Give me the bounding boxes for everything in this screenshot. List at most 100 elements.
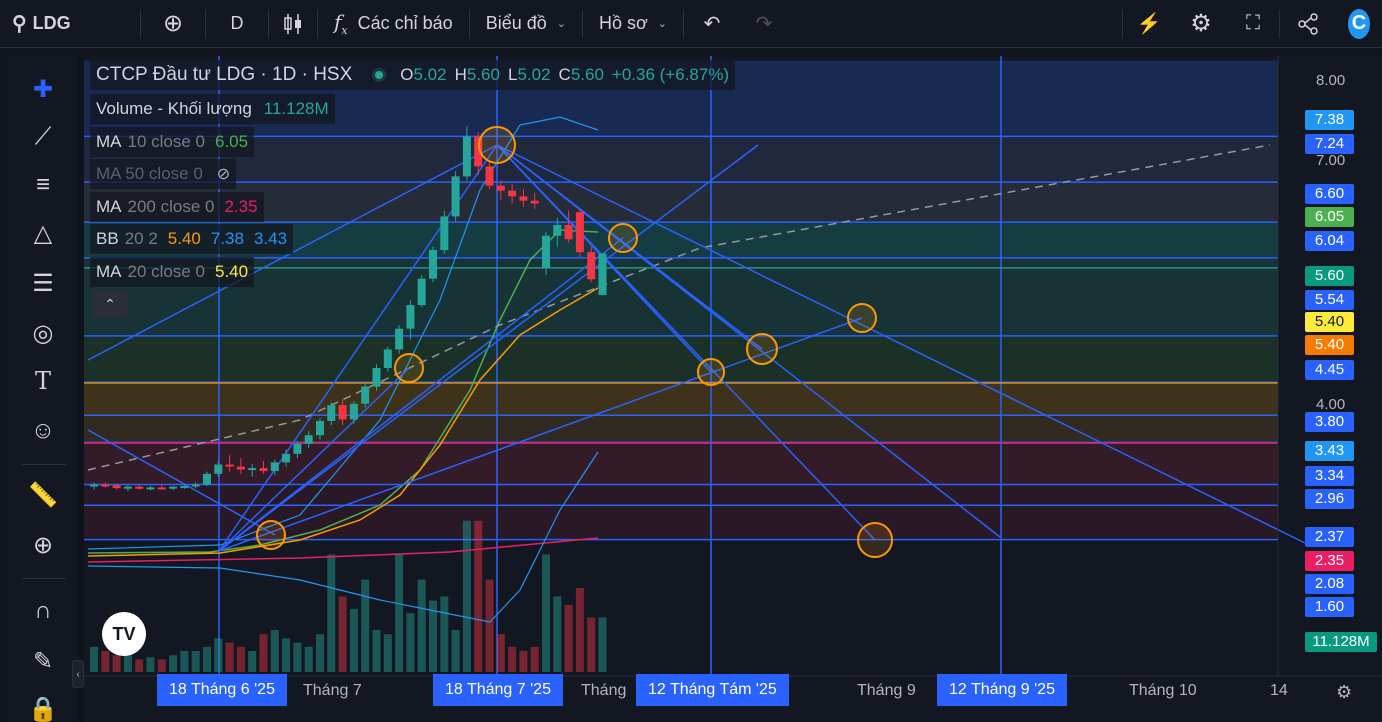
trendline-tool[interactable]: ⟋ — [24, 118, 62, 156]
candle-body — [429, 250, 437, 279]
chart-pane[interactable] — [84, 56, 1382, 722]
forecast-tool[interactable]: ☰ — [24, 264, 62, 302]
fullscreen-button[interactable]: ⛶ — [1227, 0, 1279, 48]
forecast-icon: ☰ — [32, 269, 54, 297]
compare-symbol-button[interactable]: ⊕ — [141, 0, 205, 48]
collapse-toolbar-handle[interactable]: ‹ — [72, 660, 84, 688]
price-label: 2.35 — [1305, 551, 1354, 571]
candle-body — [575, 212, 584, 253]
volume-bar — [372, 630, 381, 672]
price-chart[interactable] — [84, 56, 1382, 722]
shapes-icon: ◎ — [32, 319, 54, 347]
bb-lower-value: 3.43 — [253, 229, 288, 248]
search-icon: ⚲ — [12, 13, 27, 35]
price-label: 2.08 — [1305, 574, 1354, 594]
ma10-params: 10 close 0 — [127, 132, 206, 151]
candle-body — [462, 136, 471, 177]
profile-menu-button[interactable]: Hồ sơ ⌄ — [583, 0, 683, 48]
legend-collapse-button[interactable]: ⌃ — [92, 290, 128, 318]
price-label: 6.05 — [1305, 207, 1354, 227]
legend-ma20-row[interactable]: MA 20 close 0 5.40 — [90, 257, 255, 287]
ruler-tool[interactable]: 📏 — [24, 476, 62, 514]
ma200-value: 2.35 — [224, 197, 258, 216]
time-crosshair-label: 12 Tháng 9 '25 — [937, 674, 1067, 706]
emoji-tool[interactable]: ☺ — [24, 412, 62, 450]
legend-title: CTCP Đầu tư LDG · 1D · HSX — [96, 64, 353, 85]
chart-type-button[interactable] — [269, 0, 317, 48]
bb-label: BB — [96, 229, 119, 248]
highlight-circle — [746, 333, 778, 365]
interval-text: D — [230, 13, 244, 33]
scale-settings-button[interactable]: ⚙ — [1336, 682, 1352, 703]
candle-body — [270, 462, 279, 471]
share-icon — [1298, 12, 1318, 35]
price-label: 3.43 — [1305, 441, 1354, 461]
candle-body — [587, 252, 596, 280]
quick-search-button[interactable]: ⚡ — [1123, 0, 1175, 48]
candle-body — [338, 405, 347, 420]
volume-bar — [248, 651, 257, 672]
undo-button[interactable]: ↶ — [684, 0, 740, 48]
settings-button[interactable]: ⚙ — [1175, 0, 1227, 48]
eye-hidden-icon[interactable]: ⊘ — [217, 164, 230, 184]
brand-logo[interactable]: C — [1336, 0, 1382, 48]
redo-icon: ↷ — [755, 13, 773, 35]
fib-tool[interactable]: ≡ — [24, 166, 62, 204]
chart-menu-button[interactable]: Biểu đồ ⌄ — [470, 0, 582, 48]
profile-menu-label: Hồ sơ — [598, 13, 648, 33]
price-label: 7.38 — [1305, 110, 1354, 130]
highlight-circle — [394, 353, 424, 383]
magnet-icon: ∩ — [34, 597, 52, 624]
volume-bar — [282, 638, 291, 672]
shapes-tool[interactable]: ◎ — [24, 314, 62, 352]
candle-body — [90, 484, 98, 487]
candle-body — [406, 305, 415, 329]
candle-body — [123, 486, 132, 489]
volume-bar — [214, 638, 223, 672]
legend-ma50-row[interactable]: MA 50 close 0 ⊘ — [90, 159, 237, 189]
candle-body — [327, 405, 336, 421]
tradingview-logo[interactable]: TV — [102, 612, 146, 656]
legend-volume-row[interactable]: Volume - Khối lượng 11.128M — [90, 94, 335, 124]
fib-zone — [84, 136, 1278, 183]
candle-body — [225, 464, 234, 467]
magnet-tool[interactable]: ∩ — [24, 592, 62, 630]
time-tick-label: Tháng 10 — [1129, 682, 1197, 699]
legend-bb-row[interactable]: BB 20 2 5.40 7.38 3.43 — [90, 224, 294, 254]
highlight-circle — [256, 520, 286, 550]
alert-icon: ⚡ — [1136, 13, 1162, 35]
plus-circle-icon: ⊕ — [162, 10, 184, 37]
crosshair-tool[interactable]: ✚ — [24, 70, 62, 108]
fib-icon: ≡ — [35, 171, 50, 198]
symbol-search-button[interactable]: ⚲ LDG — [0, 0, 140, 48]
redo-button[interactable]: ↷ — [740, 0, 788, 48]
candle-body — [395, 328, 404, 350]
indicators-button[interactable]: fx Các chỉ báo — [318, 0, 469, 48]
candle-body — [485, 166, 494, 186]
pattern-tool[interactable]: △ — [24, 214, 62, 252]
volume-bar — [474, 520, 483, 672]
crosshair-icon: ✚ — [32, 75, 54, 103]
legend-symbol-row[interactable]: CTCP Đầu tư LDG · 1D · HSX O 5.02 H 5.60 L… — [90, 60, 736, 90]
volume-bar — [542, 554, 550, 672]
price-tick-label: 4.00 — [1316, 396, 1346, 413]
candle-body — [564, 225, 573, 240]
zoom-tool[interactable]: ⊕ — [24, 526, 62, 564]
legend-ma10-row[interactable]: MA 10 close 0 6.05 — [90, 127, 255, 157]
share-button[interactable] — [1280, 0, 1336, 48]
text-tool[interactable]: T — [24, 362, 62, 400]
volume-bar — [203, 646, 211, 672]
legend-ma200-row[interactable]: MA 200 close 0 2.35 — [90, 192, 264, 222]
pattern-icon: △ — [33, 219, 53, 247]
ohlc-low-value: 5.02 — [517, 65, 551, 84]
trendline-icon: ⟋ — [34, 123, 52, 150]
interval-button[interactable]: D — [206, 0, 268, 48]
price-tick-label: 8.00 — [1316, 72, 1346, 89]
lock-tool[interactable]: 🔒 — [24, 690, 62, 722]
market-status-icon — [372, 68, 387, 82]
ma200-label: MA — [96, 197, 122, 216]
candlestick-icon — [284, 13, 301, 34]
draw-lock-tool[interactable]: ✎ — [24, 642, 62, 680]
candle-body — [316, 420, 324, 436]
zoom-in-icon: ⊕ — [32, 531, 54, 559]
